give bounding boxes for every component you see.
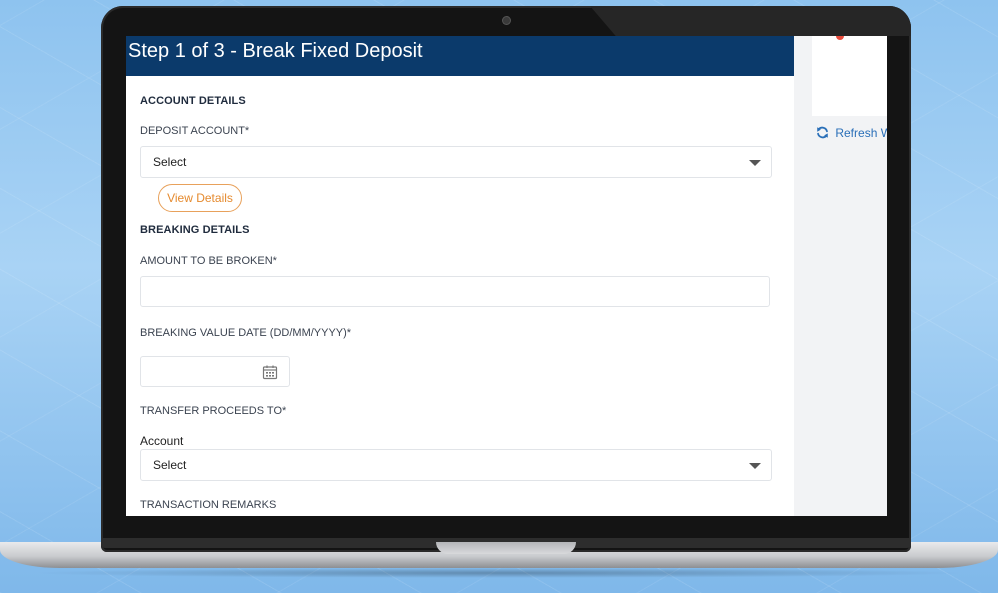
page-header: Step 1 of 3 - Break Fixed Deposit xyxy=(126,36,794,76)
laptop-screen: Step 1 of 3 - Break Fixed Deposit ACCOUN… xyxy=(126,36,887,516)
chevron-down-icon xyxy=(749,463,761,469)
side-card xyxy=(812,36,887,116)
transaction-remarks-label: TRANSACTION REMARKS xyxy=(140,499,277,511)
view-details-button[interactable]: View Details xyxy=(158,184,242,212)
lid-reflection xyxy=(590,6,911,36)
amount-label: AMOUNT TO BE BROKEN* xyxy=(140,255,277,267)
amount-input[interactable] xyxy=(140,276,770,307)
side-panel: Refresh W xyxy=(794,36,887,516)
breaking-details-heading: BREAKING DETAILS xyxy=(140,224,250,236)
page-title: Step 1 of 3 - Break Fixed Deposit xyxy=(128,40,423,62)
transfer-account-select[interactable]: Select xyxy=(140,449,772,481)
account-label: Account xyxy=(140,434,184,448)
breaking-date-input[interactable] xyxy=(140,356,290,387)
transfer-account-value: Select xyxy=(153,458,187,472)
chevron-down-icon xyxy=(749,160,761,166)
laptop-shadow xyxy=(30,568,968,578)
webcam xyxy=(503,17,510,24)
deposit-account-label: DEPOSIT ACCOUNT* xyxy=(140,125,250,137)
notification-dot xyxy=(836,36,844,40)
deposit-account-value: Select xyxy=(153,155,187,169)
break-fd-form: Step 1 of 3 - Break Fixed Deposit ACCOUN… xyxy=(126,36,794,516)
transfer-proceeds-label: TRANSFER PROCEEDS TO* xyxy=(140,405,287,417)
calendar-icon[interactable] xyxy=(262,364,278,385)
refresh-link[interactable]: Refresh W xyxy=(816,126,887,140)
breaking-date-label: BREAKING VALUE DATE (DD/MM/YYYY)* xyxy=(140,327,352,339)
deposit-account-select[interactable]: Select xyxy=(140,146,772,178)
refresh-label: Refresh W xyxy=(835,126,887,140)
account-details-heading: ACCOUNT DETAILS xyxy=(140,95,246,107)
laptop-notch xyxy=(436,542,576,554)
refresh-icon xyxy=(816,126,835,140)
